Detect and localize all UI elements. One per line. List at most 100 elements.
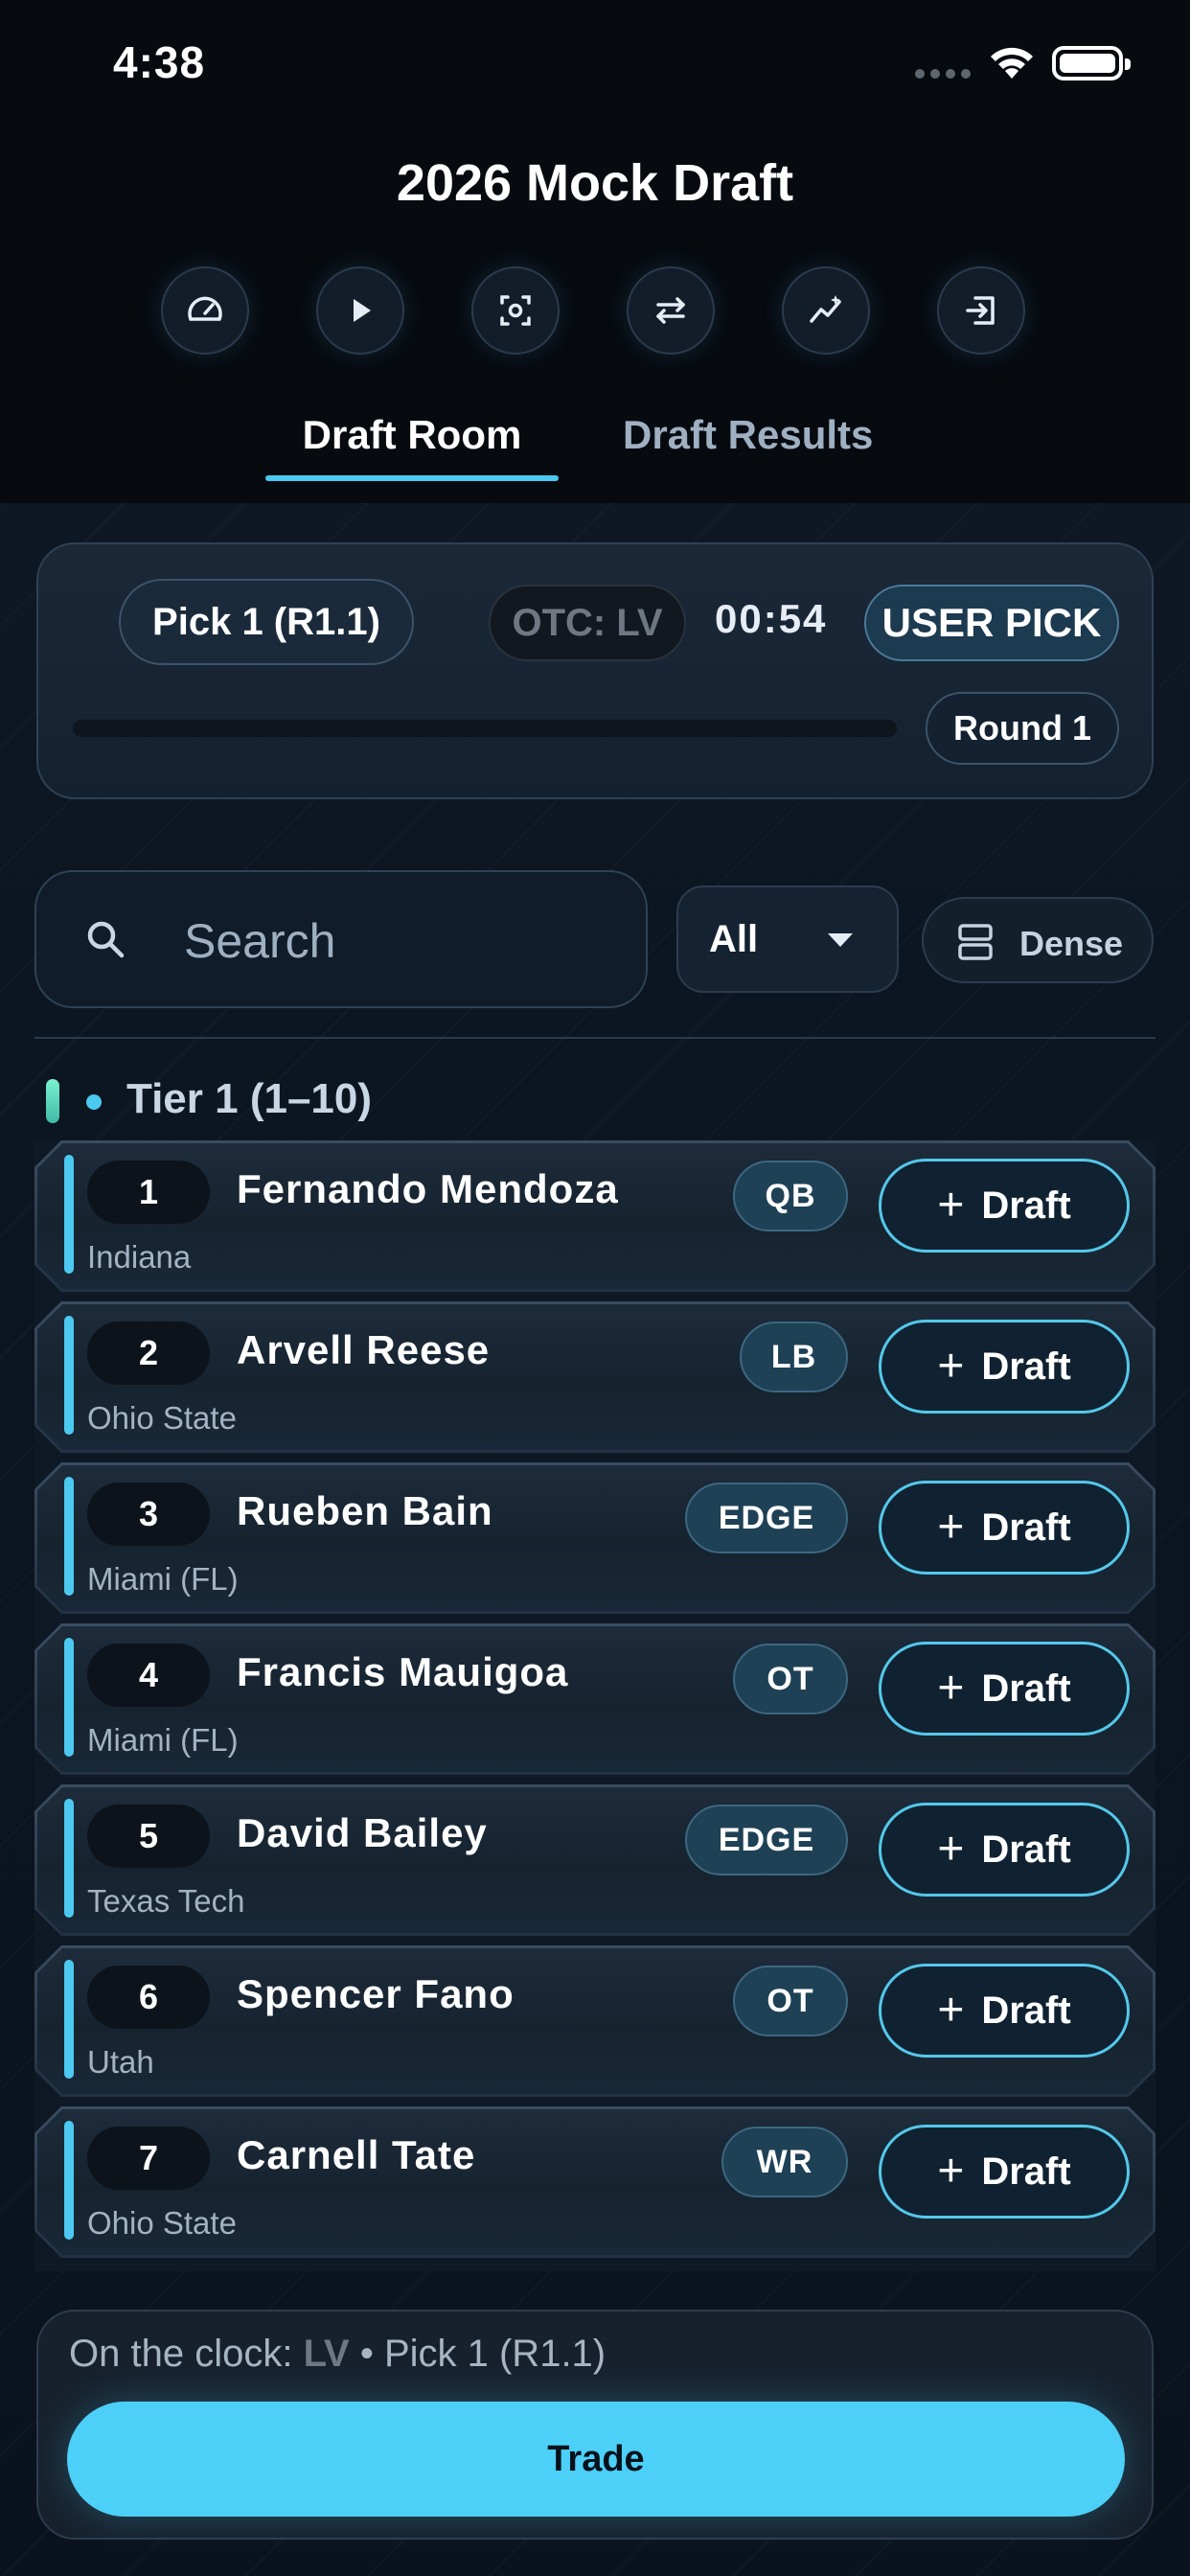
player-list: 1 Fernando Mendoza Indiana QB + Draft 2 A…: [34, 1140, 1156, 2271]
draft-button-label: Draft: [981, 1184, 1071, 1227]
player-school: Ohio State: [87, 1400, 237, 1436]
rank-badge: 4: [87, 1644, 210, 1707]
position-badge: OT: [733, 1966, 848, 2036]
draft-button[interactable]: + Draft: [879, 1159, 1130, 1253]
search-icon: [87, 921, 125, 958]
player-name: Rueben Bain: [237, 1488, 493, 1533]
rank-badge: 1: [87, 1161, 210, 1224]
divider: [34, 1037, 1156, 1039]
rank-badge: 7: [87, 2127, 210, 2190]
position-badge: EDGE: [685, 1483, 848, 1553]
draft-button-label: Draft: [981, 1506, 1071, 1549]
status-time: 4:38: [113, 37, 206, 87]
player-row[interactable]: 1 Fernando Mendoza Indiana QB + Draft: [34, 1140, 1156, 1292]
row-accent-bar: [64, 1638, 74, 1757]
row-accent-bar: [64, 2121, 74, 2240]
draft-button-label: Draft: [981, 1828, 1071, 1871]
draft-button[interactable]: + Draft: [879, 1481, 1130, 1575]
position-badge: QB: [733, 1161, 848, 1231]
player-name: Francis Mauigoa: [237, 1649, 569, 1694]
pick-timer: 00:54: [715, 596, 828, 641]
user-pick-badge: USER PICK: [864, 585, 1119, 661]
player-row[interactable]: 3 Rueben Bain Miami (FL) EDGE + Draft: [34, 1462, 1156, 1614]
player-school: Miami (FL): [87, 1722, 239, 1758]
signal-icon: [915, 69, 973, 79]
position-badge: OT: [733, 1644, 848, 1714]
round-badge: Round 1: [926, 692, 1119, 765]
player-name: Spencer Fano: [237, 1971, 515, 2016]
swap-button[interactable]: [627, 266, 715, 355]
tab-draft-room[interactable]: Draft Room: [265, 412, 559, 458]
rank-badge: 5: [87, 1805, 210, 1868]
trend-icon: [810, 295, 841, 323]
on-the-clock-panel: On the clock: LV • Pick 1 (R1.1) Trade: [36, 2310, 1154, 2540]
draft-button[interactable]: + Draft: [879, 1964, 1130, 2058]
player-row[interactable]: 6 Spencer Fano Utah OT + Draft: [34, 1945, 1156, 2097]
draft-button-label: Draft: [981, 2150, 1071, 2193]
plus-icon: +: [937, 1180, 965, 1230]
speedometer-button[interactable]: [161, 266, 249, 355]
battery-icon: [1052, 46, 1131, 80]
wifi-icon: [991, 47, 1033, 79]
plus-icon: +: [937, 2146, 965, 2196]
position-filter-dropdown[interactable]: All: [676, 886, 899, 993]
plus-icon: +: [937, 1341, 965, 1392]
draft-button-label: Draft: [981, 1989, 1071, 2032]
filter-selected-value: All: [709, 918, 759, 960]
status-bar: 4:38: [0, 0, 1190, 125]
player-school: Utah: [87, 2044, 154, 2080]
position-badge: LB: [740, 1322, 848, 1392]
pick-progress-bar: [73, 720, 897, 737]
search-input[interactable]: [184, 910, 625, 972]
player-name: David Bailey: [237, 1810, 488, 1855]
plus-icon: +: [937, 1663, 965, 1714]
on-clock-prefix: On the clock:: [69, 2333, 304, 2375]
dense-layout-icon: [958, 924, 993, 960]
play-button[interactable]: [316, 266, 404, 355]
tier-dot-icon: [86, 1094, 102, 1110]
rank-badge: 3: [87, 1483, 210, 1546]
draft-button-label: Draft: [981, 1345, 1071, 1388]
position-badge: EDGE: [685, 1805, 848, 1875]
plus-icon: +: [937, 1985, 965, 2036]
row-accent-bar: [64, 1316, 74, 1435]
rank-badge: 2: [87, 1322, 210, 1385]
tab-draft-results[interactable]: Draft Results: [623, 412, 873, 458]
on-clock-team: LV: [303, 2333, 350, 2375]
trade-button[interactable]: Trade: [67, 2402, 1125, 2517]
row-accent-bar: [64, 1155, 74, 1274]
player-row[interactable]: 7 Carnell Tate Ohio State WR + Draft: [34, 2106, 1156, 2258]
page-title: 2026 Mock Draft: [396, 154, 794, 212]
plus-icon: +: [937, 1502, 965, 1552]
tier-label: Tier 1 (1–10): [126, 1075, 373, 1122]
row-accent-bar: [64, 1799, 74, 1918]
rank-badge: 6: [87, 1966, 210, 2029]
scan-button[interactable]: [471, 266, 560, 355]
trend-button[interactable]: [782, 266, 870, 355]
player-row[interactable]: 5 David Bailey Texas Tech EDGE + Draft: [34, 1784, 1156, 1936]
plus-icon: +: [937, 1824, 965, 1874]
position-badge: WR: [721, 2127, 848, 2197]
player-school: Miami (FL): [87, 1561, 239, 1597]
caret-down-icon: [828, 933, 853, 947]
play-icon: [354, 299, 371, 322]
player-row[interactable]: 2 Arvell Reese Ohio State LB + Draft: [34, 1301, 1156, 1453]
player-row[interactable]: 4 Francis Mauigoa Miami (FL) OT + Draft: [34, 1623, 1156, 1775]
pick-badge: Pick 1 (R1.1): [119, 579, 414, 665]
draft-button[interactable]: + Draft: [879, 1642, 1130, 1736]
draft-button[interactable]: + Draft: [879, 1320, 1130, 1414]
player-school: Texas Tech: [87, 1883, 245, 1919]
dense-toggle-label: Dense: [1019, 924, 1124, 963]
dense-toggle-button[interactable]: Dense: [922, 897, 1154, 983]
player-school: Indiana: [87, 1239, 192, 1275]
tier-color-bar: [46, 1079, 59, 1123]
scan-icon: [500, 295, 531, 326]
active-tab-indicator: [265, 475, 559, 481]
player-name: Fernando Mendoza: [237, 1166, 619, 1211]
exit-button[interactable]: [937, 266, 1025, 355]
on-clock-suffix: • Pick 1 (R1.1): [349, 2333, 606, 2375]
draft-button[interactable]: + Draft: [879, 1803, 1130, 1897]
draft-button[interactable]: + Draft: [879, 2125, 1130, 2219]
swap-icon: [656, 297, 685, 324]
search-box: [34, 870, 648, 1008]
